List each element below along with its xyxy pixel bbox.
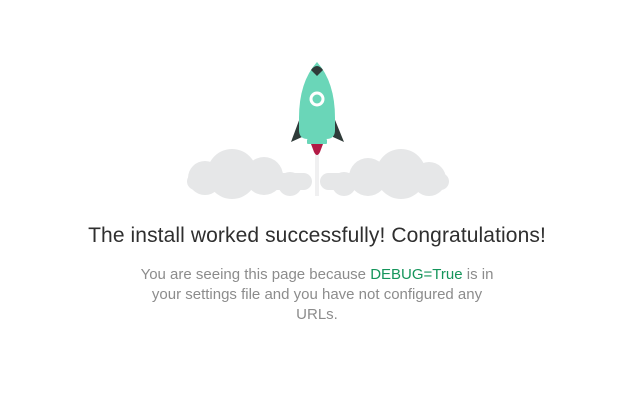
- debug-setting-highlight: DEBUG=True: [370, 266, 463, 283]
- cloud-icon: [320, 149, 449, 199]
- hero-illustration: [0, 0, 640, 200]
- cloud-icon: [187, 149, 312, 199]
- description-text: You are seeing this page because: [140, 266, 371, 283]
- page-description: You are seeing this page because DEBUG=T…: [130, 265, 504, 325]
- hero-svg: [187, 62, 449, 199]
- rocket-trail: [315, 154, 319, 196]
- rocket-icon: [291, 62, 344, 155]
- page-title: The install worked successfully! Congrat…: [88, 224, 546, 248]
